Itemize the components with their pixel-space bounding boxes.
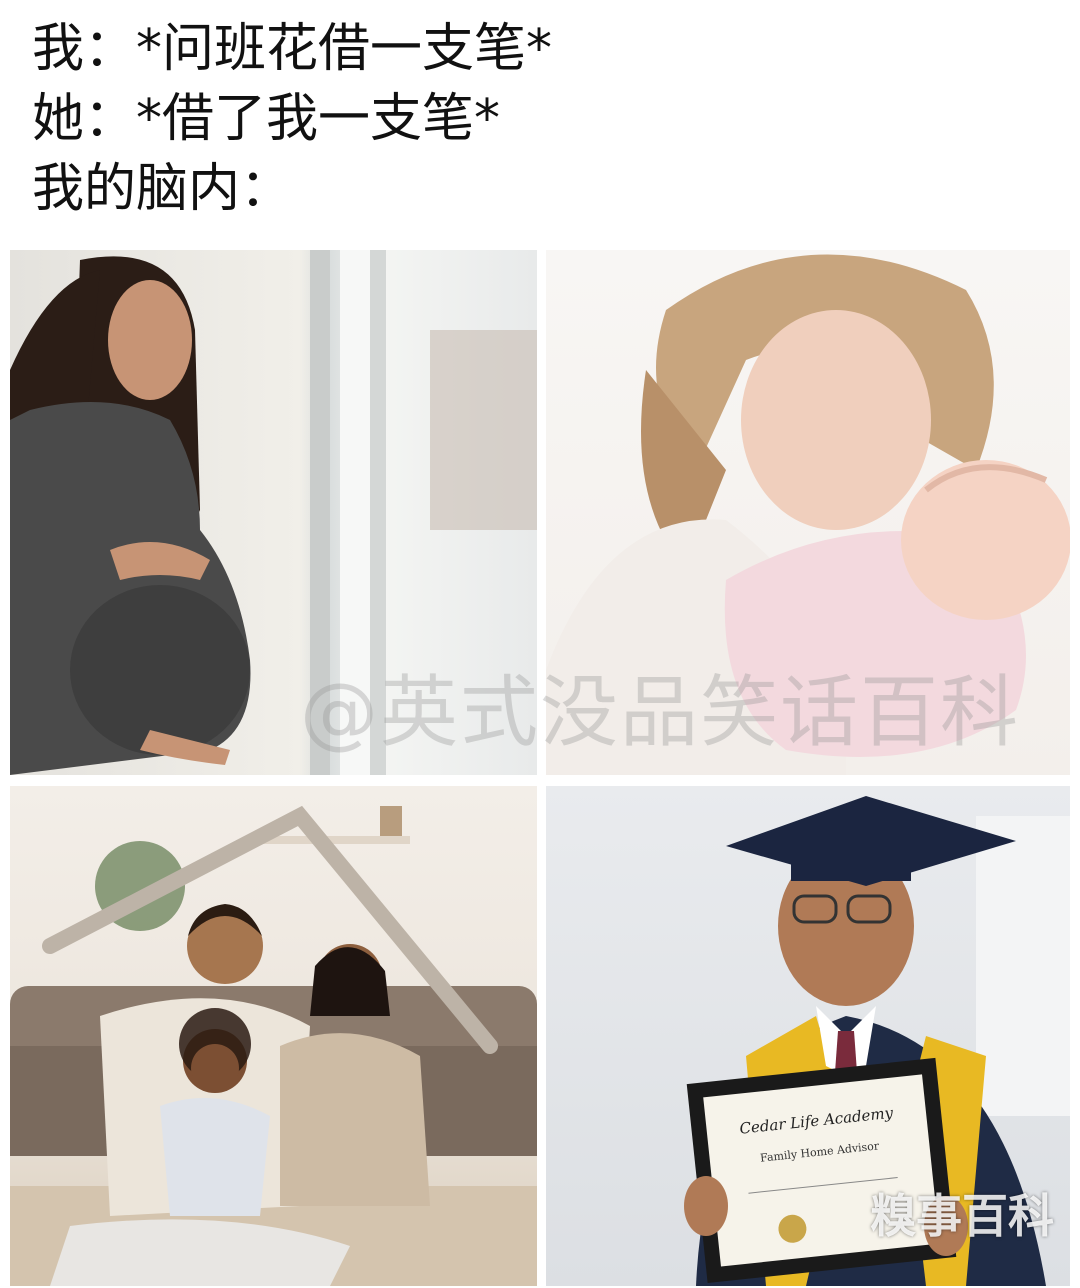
caption-line-2: 她：*借了我一支笔*: [32, 89, 501, 149]
watermark-main: @英式没品笑话百科: [300, 668, 1021, 758]
caption-line-1: 我：*问班花借一支笔*: [32, 19, 553, 79]
family-illustration: [10, 805, 537, 1286]
caption-line-3: 我的脑内：: [32, 159, 293, 219]
family-under-roof-photo: [10, 786, 537, 1286]
meme-caption: 我：*问班花借一支笔* 她：*借了我一支笔* 我的脑内：: [32, 14, 552, 224]
watermark-corner: 糗事百科: [870, 1189, 1054, 1243]
